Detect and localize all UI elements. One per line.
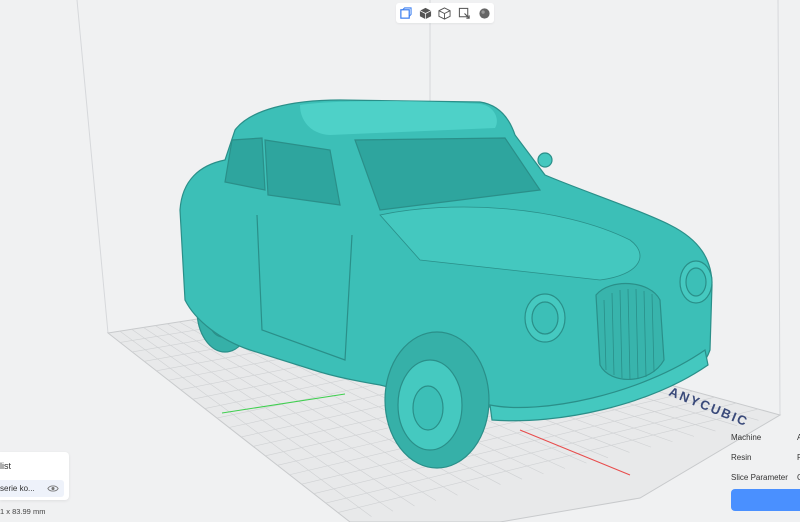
resin-label: Resin	[731, 453, 752, 462]
view-cube-wire-icon	[438, 6, 452, 20]
model-list-item[interactable]: serie ko...	[0, 480, 64, 497]
select-box-icon	[458, 7, 470, 19]
view-front-button[interactable]	[398, 5, 414, 21]
view-toolbar	[396, 3, 494, 23]
view-cube-wire-button[interactable]	[437, 5, 453, 21]
model-list-panel: list serie ko...	[0, 452, 69, 500]
slice-settings-panel: Machine A Resin F Slice Parameter C	[725, 428, 800, 522]
model-dimensions: 1 x 83.99 mm	[0, 507, 46, 516]
select-box-button[interactable]	[457, 5, 473, 21]
slice-button[interactable]	[731, 489, 800, 511]
model-list-title: list	[0, 461, 11, 471]
slice-parameter-label: Slice Parameter	[731, 473, 788, 482]
view-front-icon	[400, 6, 412, 19]
eye-icon[interactable]	[47, 483, 59, 494]
model-name-label: serie ko...	[0, 484, 35, 493]
sphere-render-button[interactable]	[476, 5, 492, 21]
machine-label: Machine	[731, 433, 762, 442]
3d-viewport[interactable]: ANYCUBIC	[0, 0, 800, 522]
view-cube-solid-button[interactable]	[417, 5, 433, 21]
view-cube-solid-icon	[419, 7, 432, 19]
sphere-render-icon	[479, 7, 490, 19]
